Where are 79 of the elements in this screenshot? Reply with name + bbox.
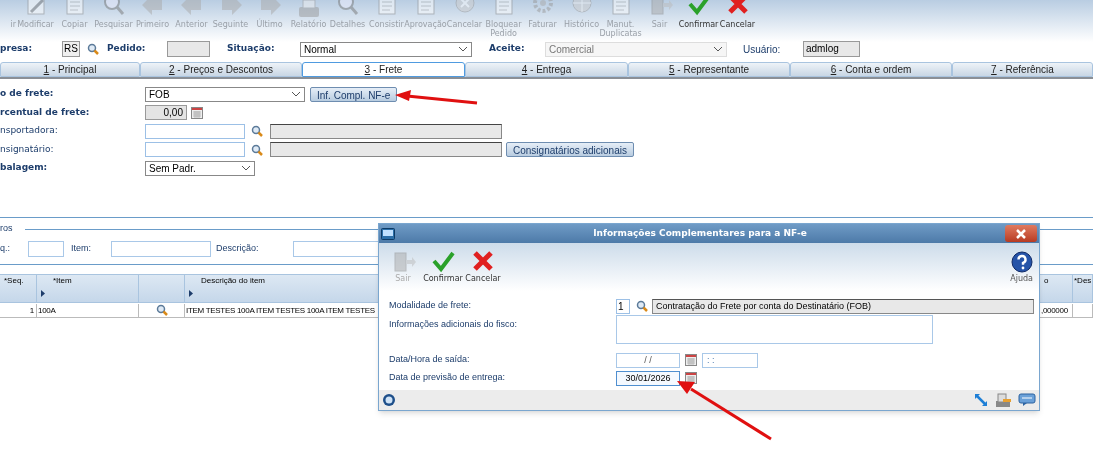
toolbar-button[interactable]: Confirmar xyxy=(423,249,463,285)
input-field[interactable] xyxy=(145,142,245,157)
search-icon xyxy=(251,143,263,156)
help-icon xyxy=(1010,251,1033,273)
help-button[interactable]: Ajuda xyxy=(1010,251,1033,285)
field-label: Usuário: xyxy=(743,42,782,57)
table-cell-text: ITEM TESTES 100A ITEM TESTES 100A ITEM TESTES xyxy=(186,305,375,317)
globe-icon xyxy=(382,393,396,407)
input-field[interactable] xyxy=(167,41,210,57)
input-field[interactable] xyxy=(270,142,502,157)
text-area[interactable] xyxy=(616,315,933,344)
field-label: nsignatário: xyxy=(0,142,55,156)
chevron-down-icon xyxy=(458,46,468,52)
sort-marker-icon xyxy=(189,290,193,297)
input-field[interactable]: 0,00 xyxy=(145,105,187,120)
field-label: nsportadora: xyxy=(0,124,59,138)
chat-icon xyxy=(1018,393,1036,407)
field-label: Informações adicionais do fisco: xyxy=(389,318,519,331)
field-label: Pedido: xyxy=(107,42,147,56)
field-label: o de frete: xyxy=(0,87,55,101)
toolbar-button[interactable]: Confirmar xyxy=(679,0,718,29)
sort-marker-icon xyxy=(41,290,45,297)
calendar-icon xyxy=(685,354,697,366)
input-field[interactable]: 1 xyxy=(616,298,630,314)
tab[interactable]: 6 - Conta e ordem xyxy=(790,62,952,77)
tab[interactable]: 3 - Frete xyxy=(302,62,465,77)
printer-icon xyxy=(994,392,1012,408)
chevron-down-icon xyxy=(713,46,723,52)
field-label: presa: xyxy=(0,42,33,56)
checkmark-icon xyxy=(430,249,456,273)
field-label: Item: xyxy=(71,242,92,256)
calculator-icon xyxy=(191,106,203,119)
search-icon xyxy=(636,300,648,312)
field-label: Modalidade de frete: xyxy=(389,299,473,313)
tab[interactable]: 4 - Entrega xyxy=(465,62,628,77)
tab[interactable]: 1 - Principal xyxy=(0,62,140,77)
column-header[interactable]: *Seq. xyxy=(0,275,37,302)
input-field[interactable]: admlog xyxy=(803,41,860,57)
table-cell-text: 1 xyxy=(29,305,34,317)
tab[interactable]: 7 - Referência xyxy=(952,62,1093,77)
field-label: balagem: xyxy=(0,161,49,175)
field-label: q.: xyxy=(0,242,11,256)
date-field[interactable]: / / xyxy=(616,352,680,368)
close-icon xyxy=(1016,228,1026,239)
button[interactable]: Inf. Compl. NF-e xyxy=(310,86,398,102)
search-icon xyxy=(87,43,99,55)
chevron-down-icon xyxy=(241,165,251,171)
button[interactable]: Consignatários adicionais xyxy=(506,142,634,157)
tab[interactable]: 2 - Preços e Descontos xyxy=(140,62,302,77)
tab[interactable]: 5 - Representante xyxy=(628,62,790,77)
search-icon xyxy=(156,304,168,316)
resize-icon xyxy=(974,393,988,407)
input-field[interactable]: RS xyxy=(62,41,80,57)
field-label: Data de previsão de entrega: xyxy=(389,371,507,385)
time-field[interactable]: : : xyxy=(702,352,758,368)
group-title: ros xyxy=(0,222,14,236)
dropdown[interactable]: Sem Padr. xyxy=(145,160,255,176)
cross-icon xyxy=(470,249,496,273)
input-field[interactable] xyxy=(270,123,502,139)
table-cell-text: 100A xyxy=(38,305,56,317)
date-field[interactable]: 30/01/2026 xyxy=(616,370,680,386)
toolbar-button[interactable]: Cancelar xyxy=(463,249,503,285)
window-title: Informações Complementares para a NF-e xyxy=(592,226,808,240)
column-header[interactable]: *Item xyxy=(37,275,139,302)
field-label: Situação: xyxy=(227,42,276,56)
dropdown[interactable]: FOB xyxy=(145,86,305,102)
column-header[interactable]: *Des xyxy=(1073,275,1093,302)
field-label: rcentual de frete: xyxy=(0,105,91,119)
search-icon xyxy=(251,125,263,137)
field-label: Data/Hora de saída: xyxy=(389,353,471,367)
window-icon xyxy=(381,227,395,240)
input-field[interactable] xyxy=(145,123,245,139)
toolbar-button[interactable]: Cancelar xyxy=(718,0,757,29)
field-label: Aceite: xyxy=(489,42,526,56)
table-cell-text: ,000000 xyxy=(1041,305,1068,317)
chevron-down-icon xyxy=(291,91,301,97)
input-field[interactable]: Contratação do Frete por conta do Destinatário (FOB) xyxy=(652,298,1034,314)
field-label: Descrição: xyxy=(216,242,260,256)
close-button[interactable] xyxy=(1005,225,1037,242)
